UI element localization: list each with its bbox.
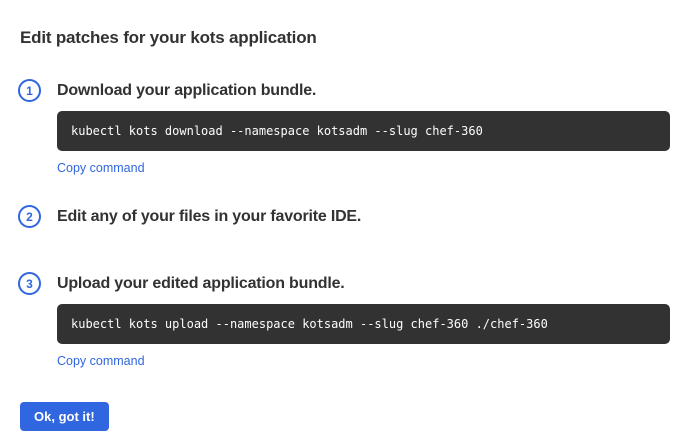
step-3: 3 Upload your edited application bundle.…	[18, 272, 670, 370]
step-3-command-text: kubectl kots upload --namespace kotsadm …	[71, 317, 548, 331]
edit-patches-panel: Edit patches for your kots application 1…	[0, 0, 690, 443]
step-3-code-snippet: kubectl kots upload --namespace kotsadm …	[57, 304, 670, 344]
page-title: Edit patches for your kots application	[20, 28, 670, 48]
step-3-copy-command-link[interactable]: Copy command	[57, 354, 145, 368]
step-2-heading: Edit any of your files in your favorite …	[57, 205, 670, 228]
step-1-number: 1	[26, 84, 33, 98]
step-1-command-text: kubectl kots download --namespace kotsad…	[71, 124, 483, 138]
step-3-heading: Upload your edited application bundle.	[57, 272, 670, 295]
step-3-number-badge: 3	[18, 272, 41, 295]
step-2: 2 Edit any of your files in your favorit…	[18, 205, 670, 228]
step-3-number: 3	[26, 277, 33, 291]
step-1-code-snippet: kubectl kots download --namespace kotsad…	[57, 111, 670, 151]
step-2-number-badge: 2	[18, 205, 41, 228]
ok-got-it-button[interactable]: Ok, got it!	[20, 402, 109, 431]
step-2-content: Edit any of your files in your favorite …	[57, 205, 670, 228]
step-3-content: Upload your edited application bundle. k…	[57, 272, 670, 370]
step-1: 1 Download your application bundle. kube…	[18, 79, 670, 177]
step-1-number-badge: 1	[18, 79, 41, 102]
step-1-content: Download your application bundle. kubect…	[57, 79, 670, 177]
step-2-number: 2	[26, 210, 33, 224]
step-1-copy-command-link[interactable]: Copy command	[57, 161, 145, 175]
step-1-heading: Download your application bundle.	[57, 79, 670, 102]
